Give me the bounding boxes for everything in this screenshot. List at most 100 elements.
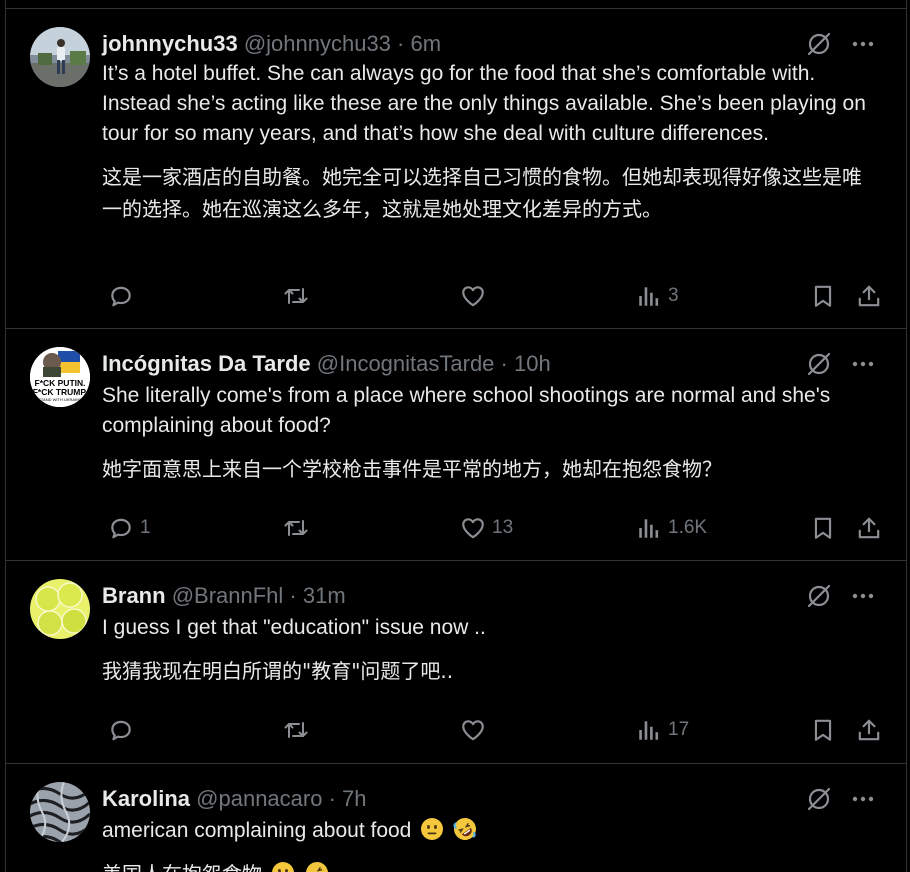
rolling-on-floor-laughing-emoji [453,817,477,841]
grok-icon[interactable] [806,31,832,57]
tweet[interactable]: Brann @BrannFhl · 31m I guess I get that… [6,561,906,764]
repost-icon [282,283,310,309]
handle[interactable]: @pannacaro [196,786,322,811]
bookmark-button[interactable] [810,713,836,747]
avatar[interactable] [30,782,90,842]
repost-icon [282,717,310,743]
timestamp[interactable]: 7h [342,786,366,811]
views-count: 3 [668,285,679,306]
tweet-actions: 17 [102,713,882,747]
tweet-translation-line: 美国人在抱怨食物 [102,858,878,872]
heart-icon [460,515,486,541]
grok-icon[interactable] [806,786,832,812]
more-icon[interactable] [850,351,876,377]
tweet-line: american complaining about food [102,816,878,846]
tweet-top-actions [806,349,876,379]
separator-dot: · [500,351,508,376]
tweet-body: She literally come's from a place where … [102,381,878,485]
avatar-caption: F*CK TRUMP. [33,387,88,397]
display-name[interactable]: Brann [102,583,166,608]
repost-button[interactable] [282,279,316,313]
timestamp[interactable]: 10h [514,351,551,376]
bookmark-button[interactable] [810,511,836,545]
bookmark-icon [810,283,836,309]
reply-icon [108,515,134,541]
share-button[interactable] [856,279,882,313]
tweet[interactable]: johnnychu33 @johnnychu33 · 6m It’s a hot… [6,9,906,329]
handle[interactable]: @johnnychu33 [244,31,391,56]
tweet-top-actions [806,581,876,611]
reply-button[interactable]: 1 [108,511,151,545]
views-icon [636,515,662,541]
neutral-face-emoji [271,861,295,872]
share-icon [856,717,882,743]
like-count: 13 [492,517,514,538]
like-button[interactable]: 13 [460,511,513,545]
share-icon [856,283,882,309]
tweet-text: I guess I get that "education" issue now… [102,616,486,639]
display-name[interactable]: Karolina [102,786,190,811]
tweet-body: american complaining about food 美国人在抱怨食物 [102,816,878,872]
grok-icon[interactable] [806,351,832,377]
repost-button[interactable] [282,713,316,747]
repost-icon [282,515,310,541]
separator-dot: · [289,583,297,608]
tweet-text: She literally come's from a place where … [102,384,831,437]
tweet-body: I guess I get that "education" issue now… [102,613,878,687]
like-button[interactable] [460,279,492,313]
tweet-header: Brann @BrannFhl · 31m [102,581,346,611]
more-icon[interactable] [850,31,876,57]
timestamp[interactable]: 6m [411,31,442,56]
avatar-caption: STAND WITH UKRAINE [38,397,82,402]
timestamp[interactable]: 31m [303,583,346,608]
repost-button[interactable] [282,511,316,545]
avatar[interactable]: F*CK PUTIN. F*CK TRUMP. STAND WITH UKRAI… [30,347,90,407]
reply-icon [108,717,134,743]
tweet-header: Incógnitas Da Tarde @IncognitasTarde · 1… [102,349,551,379]
tweet-translation: 这是一家酒店的自助餐。她完全可以选择自己习惯的食物。但她却表现得好像这些是唯一的… [102,165,862,221]
more-icon[interactable] [850,583,876,609]
tweet-actions: 3 [102,279,882,313]
tweet[interactable]: Karolina @pannacaro · 7h american compla… [6,764,906,872]
reply-icon [108,283,134,309]
more-icon[interactable] [850,786,876,812]
bookmark-icon [810,515,836,541]
separator-dot: · [397,31,405,56]
views-button[interactable]: 3 [636,279,679,313]
tweet-actions: 1 13 1.6K [102,511,882,545]
tweet-translation: 美国人在抱怨食物 [102,862,262,872]
bookmark-button[interactable] [810,279,836,313]
share-button[interactable] [856,511,882,545]
timeline: johnnychu33 @johnnychu33 · 6m It’s a hot… [5,0,907,872]
heart-icon [460,283,486,309]
avatar[interactable] [30,27,90,87]
tweet[interactable]: F*CK PUTIN. F*CK TRUMP. STAND WITH UKRAI… [6,329,906,561]
handle[interactable]: @IncognitasTarde [317,351,495,376]
tweet-body: It’s a hotel buffet. She can always go f… [102,59,878,225]
tweet-text: american complaining about food [102,819,412,842]
share-icon [856,515,882,541]
views-count: 17 [668,719,690,740]
grok-icon[interactable] [806,583,832,609]
views-icon [636,283,662,309]
views-count: 1.6K [668,517,708,538]
reply-button[interactable] [108,713,140,747]
share-button[interactable] [856,713,882,747]
handle[interactable]: @BrannFhl [172,583,284,608]
tweet-text: It’s a hotel buffet. She can always go f… [102,62,866,145]
views-button[interactable]: 1.6K [636,511,707,545]
tweet-top-actions [806,29,876,59]
heart-icon [460,717,486,743]
display-name[interactable]: johnnychu33 [102,31,238,56]
display-name[interactable]: Incógnitas Da Tarde [102,351,311,376]
separator-dot: · [328,786,336,811]
tweet-header: johnnychu33 @johnnychu33 · 6m [102,29,441,59]
rolling-on-floor-laughing-emoji [305,861,329,872]
neutral-face-emoji [420,817,444,841]
like-button[interactable] [460,713,492,747]
avatar[interactable] [30,579,90,639]
reply-button[interactable] [108,279,140,313]
tweet-top-actions [806,784,876,814]
views-button[interactable]: 17 [636,713,689,747]
reply-count: 1 [140,517,151,538]
